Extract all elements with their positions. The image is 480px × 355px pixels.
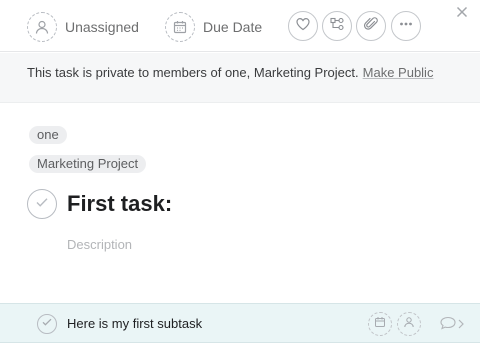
privacy-banner: This task is private to members of one, … <box>0 53 480 103</box>
task-toolbar: Unassigned Due Date <box>0 0 480 52</box>
more-button[interactable] <box>391 11 421 41</box>
check-icon <box>41 315 53 333</box>
more-icon <box>398 16 414 37</box>
subtask-open-button[interactable] <box>439 315 465 336</box>
task-complete-checkbox[interactable] <box>27 189 57 219</box>
task-title[interactable]: First task: <box>67 189 172 219</box>
like-button[interactable] <box>288 11 318 41</box>
chevron-right-icon <box>457 317 465 335</box>
subtask-assignee-button[interactable] <box>397 312 421 336</box>
calendar-icon <box>165 12 195 42</box>
check-icon <box>34 194 50 215</box>
project-tag-marketing[interactable]: Marketing Project <box>29 155 147 173</box>
due-date-button[interactable]: Due Date <box>165 11 262 43</box>
assignee-label: Unassigned <box>65 19 139 35</box>
due-date-label: Due Date <box>203 19 263 35</box>
project-tag-one[interactable]: one <box>29 126 67 144</box>
make-public-link[interactable]: Make Public <box>363 65 434 80</box>
user-icon <box>403 315 415 333</box>
heart-icon <box>295 16 311 37</box>
close-icon <box>456 5 468 23</box>
user-icon <box>27 12 57 42</box>
subtask-row[interactable]: Here is my first subtask <box>0 303 480 343</box>
paperclip-icon <box>363 16 379 37</box>
assignee-button[interactable]: Unassigned <box>27 11 139 43</box>
subtask-due-date-button[interactable] <box>368 312 392 336</box>
description-field[interactable]: Description <box>67 237 132 252</box>
subtask-complete-checkbox[interactable] <box>37 314 57 334</box>
subtasks-button[interactable] <box>322 11 352 41</box>
subtask-label[interactable]: Here is my first subtask <box>67 316 202 331</box>
close-button[interactable] <box>454 6 470 22</box>
calendar-icon <box>374 315 386 333</box>
attach-button[interactable] <box>356 11 386 41</box>
privacy-message: This task is private to members of one, … <box>27 65 359 80</box>
subtasks-icon <box>329 16 345 37</box>
comment-icon <box>439 315 457 336</box>
